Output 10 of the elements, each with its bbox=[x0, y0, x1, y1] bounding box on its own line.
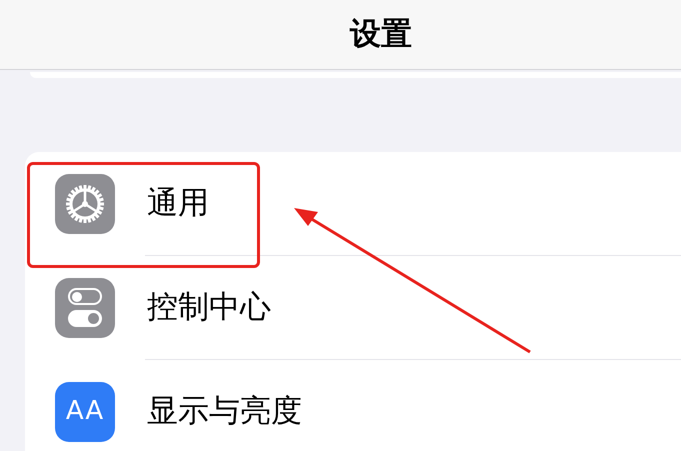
display-icon: AA bbox=[55, 382, 115, 442]
page-title: 设置 bbox=[350, 15, 412, 54]
row-label: 通用 bbox=[147, 184, 209, 224]
gear-icon bbox=[55, 174, 115, 234]
row-label: 控制中心 bbox=[147, 288, 271, 328]
settings-row[interactable]: 通用 bbox=[25, 152, 681, 255]
toggles-icon bbox=[55, 278, 115, 338]
settings-row[interactable]: 控制中心 bbox=[25, 256, 681, 359]
row-label: 显示与亮度 bbox=[147, 392, 302, 432]
settings-row[interactable]: AA 显示与亮度 bbox=[25, 360, 681, 451]
